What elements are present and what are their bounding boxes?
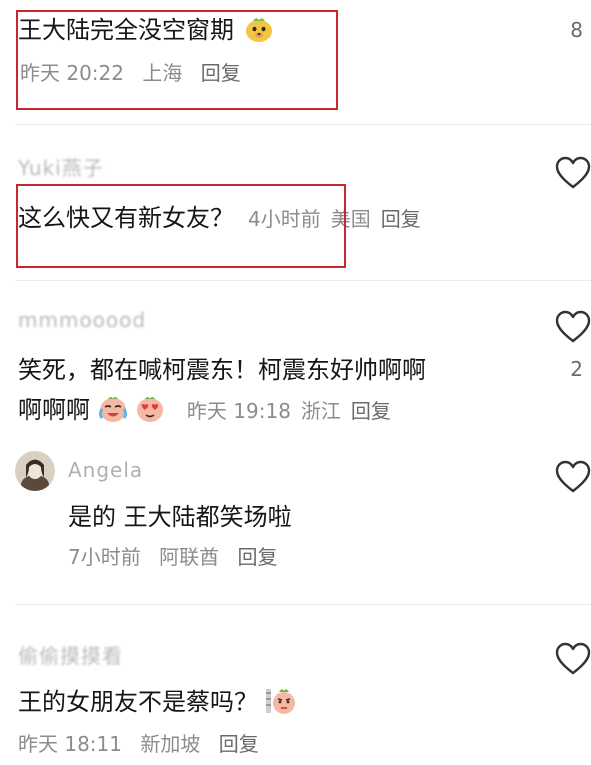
- comment-5-reply-button[interactable]: 回复: [219, 732, 259, 756]
- comment-5-like-heart-icon[interactable]: [555, 642, 591, 676]
- comment-4-text: 是的 王大陆都笑场啦: [68, 503, 292, 531]
- crying-laugh-face-icon: [98, 397, 127, 422]
- thinking-face-icon: [265, 689, 295, 714]
- comment-5-time: 昨天 18:11: [18, 732, 122, 756]
- comment-4-like-heart-icon[interactable]: [555, 460, 591, 494]
- comment-4-username[interactable]: Angela: [68, 458, 143, 482]
- comment-2-username[interactable]: Yuki燕子: [18, 152, 104, 181]
- avatar[interactable]: [15, 451, 55, 491]
- comment-3-time: 昨天 19:18: [186, 399, 291, 423]
- comment-5-location: 新加坡: [140, 732, 201, 756]
- comment-2-like-heart-icon[interactable]: [555, 156, 591, 190]
- comment-3-like-heart-icon[interactable]: [555, 310, 591, 344]
- comment-4-reply-button[interactable]: 回复: [237, 545, 277, 569]
- comment-3-like-count: 2: [570, 357, 583, 381]
- comment-3-location: 浙江: [300, 399, 341, 423]
- divider: [15, 280, 591, 281]
- comment-4-location: 阿联酋: [159, 545, 220, 569]
- comment-4-time: 7小时前: [68, 545, 141, 569]
- comment-3-text-line2: 啊啊啊 昨天 19:18 浙江 回复: [18, 394, 401, 427]
- avatar-image: [15, 451, 55, 491]
- comment-5-meta: 昨天 18:11 新加坡 回复: [18, 728, 259, 757]
- heart-eyes-face-icon: [137, 397, 164, 422]
- highlight-box-1: [16, 10, 338, 110]
- comment-3-text-line1: 笑死，都在喊柯震东！柯震东好帅啊啊: [18, 356, 426, 384]
- comment-5-body: 王的女朋友不是蔡吗？: [18, 688, 258, 716]
- divider: [15, 124, 591, 125]
- comment-3-body-line2: 啊啊啊: [18, 396, 90, 424]
- comment-5-text: 王的女朋友不是蔡吗？: [18, 686, 296, 718]
- divider: [15, 604, 591, 605]
- comment-5-username[interactable]: 偷偷摸摸看: [18, 640, 123, 669]
- highlight-box-2: [16, 184, 346, 268]
- comment-3-username[interactable]: mmmooood: [18, 308, 146, 332]
- comment-1-like-count: 8: [570, 18, 583, 42]
- comment-2-reply-button[interactable]: 回复: [381, 207, 421, 231]
- comment-4-meta: 7小时前 阿联酋 回复: [68, 541, 277, 570]
- comment-3-reply-button[interactable]: 回复: [351, 399, 391, 423]
